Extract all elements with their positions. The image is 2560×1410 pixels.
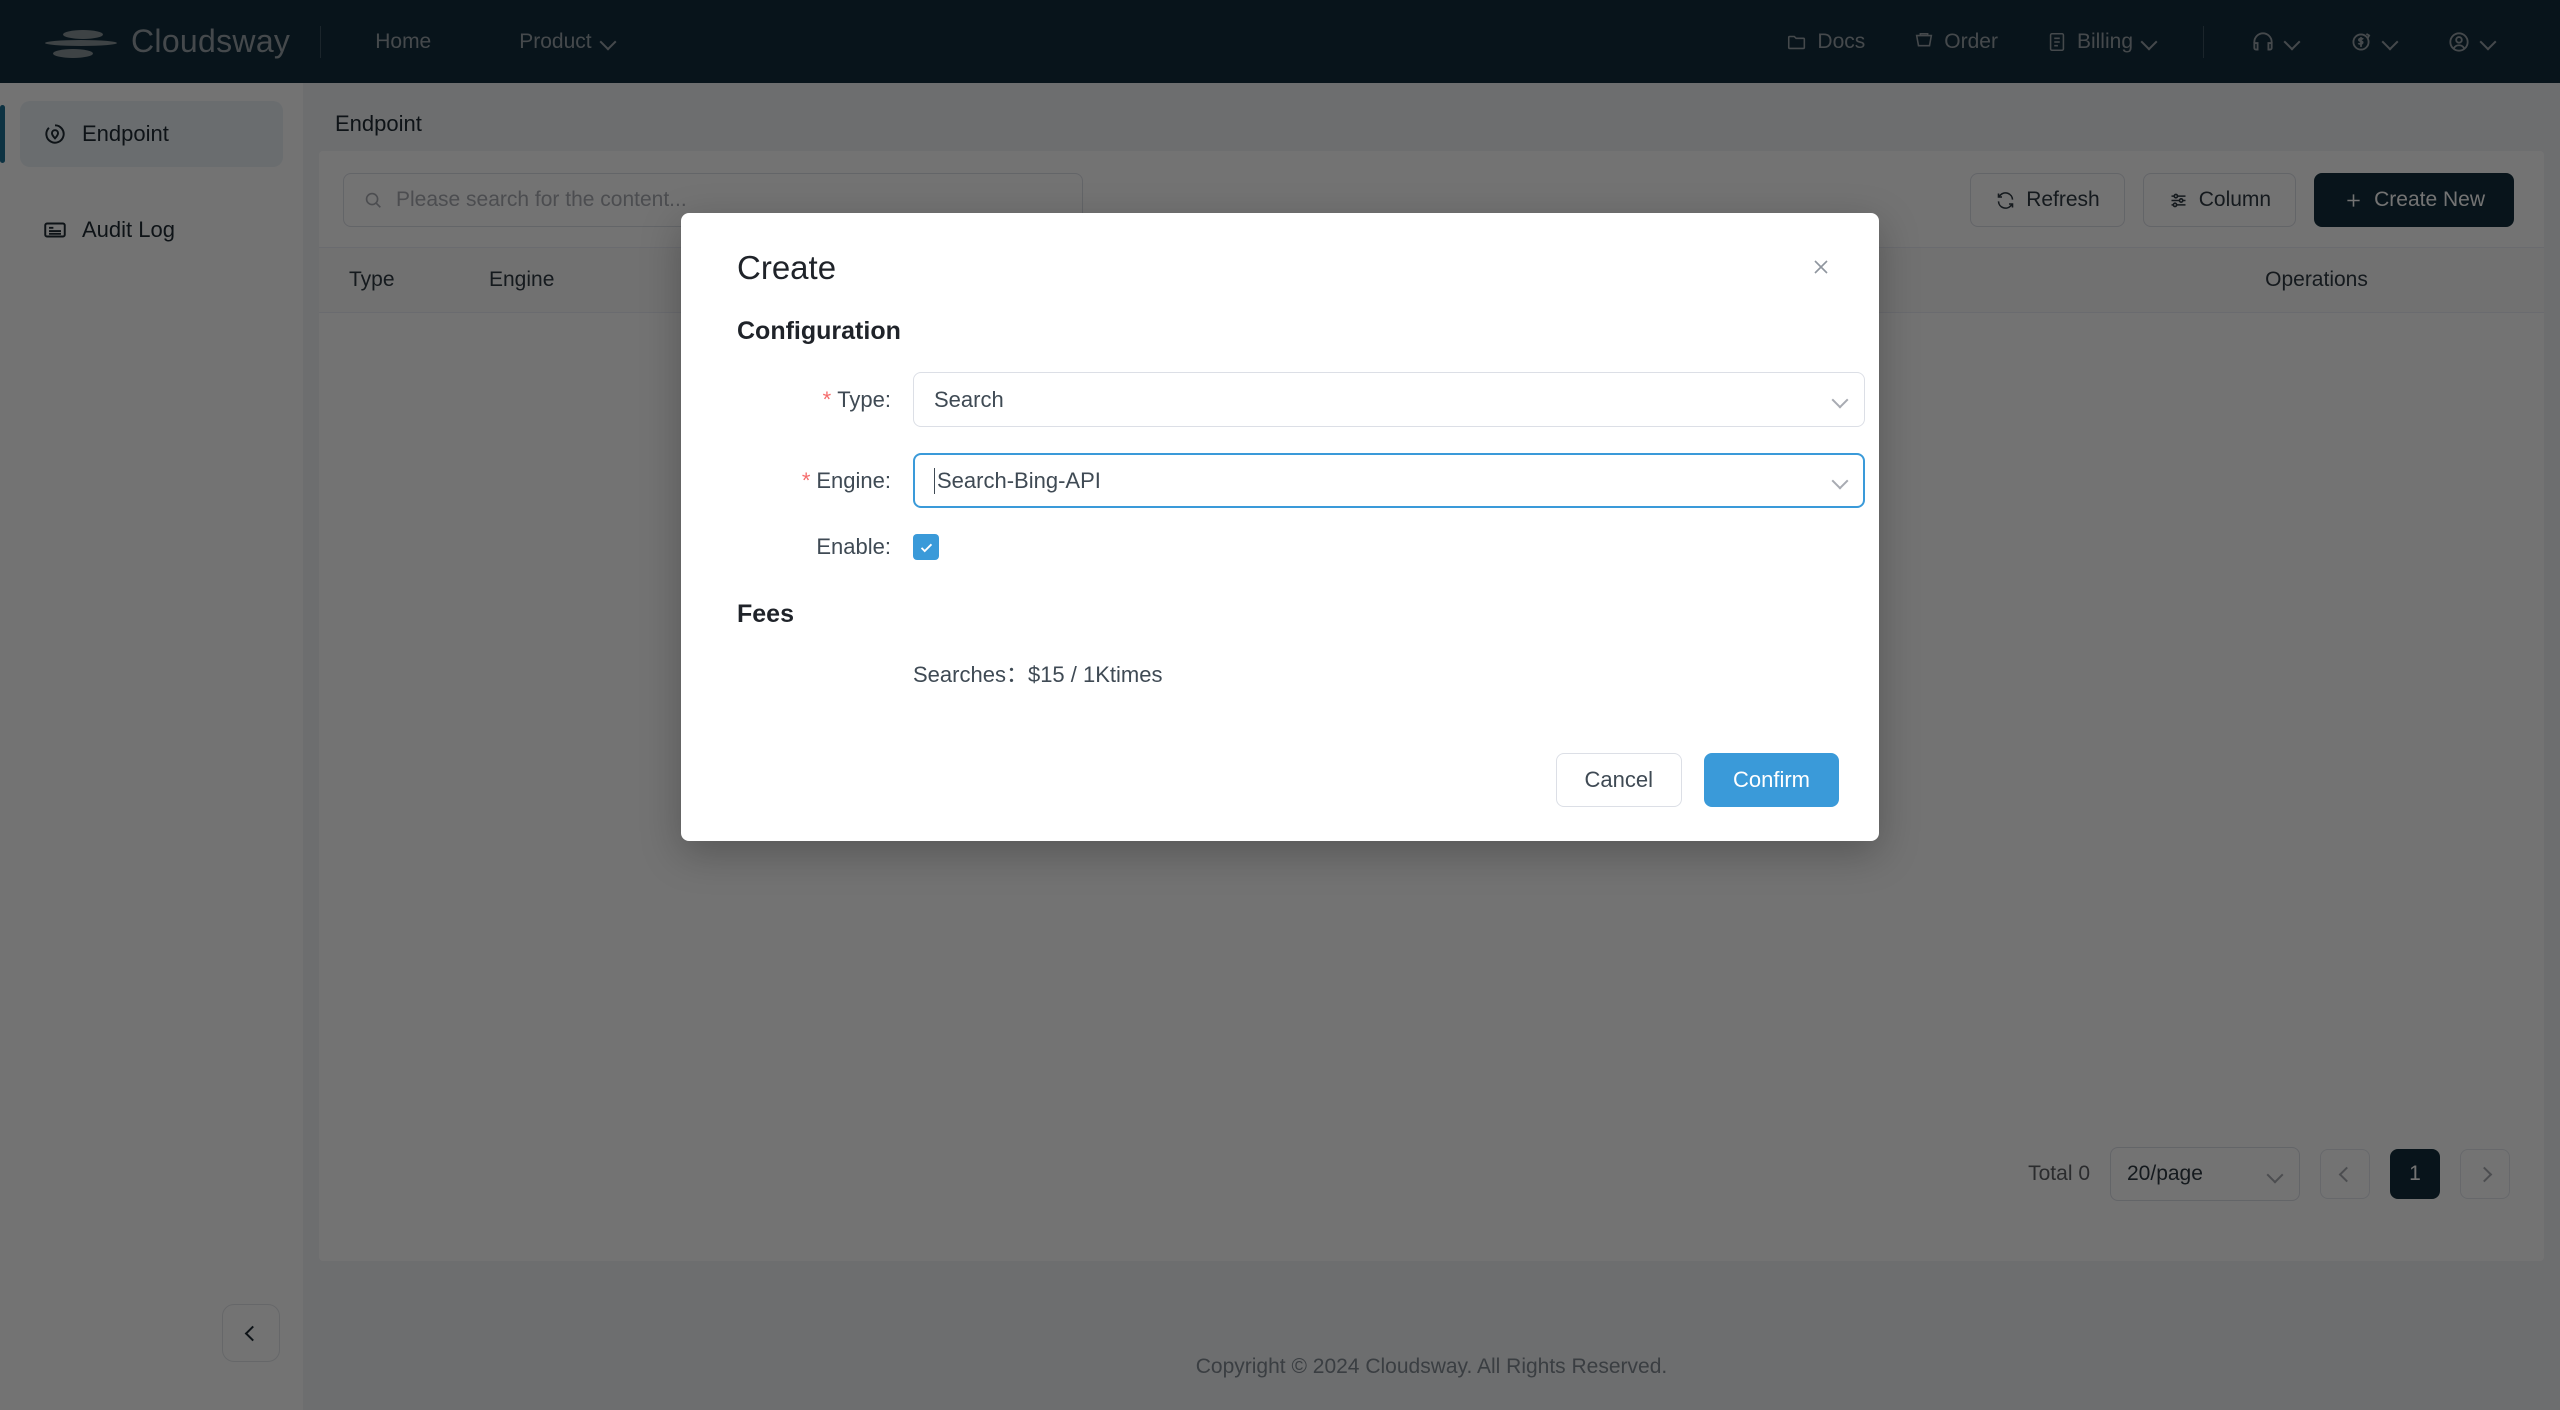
required-asterisk: * [822, 386, 832, 412]
enable-checkbox[interactable] [913, 534, 939, 560]
configuration-section-title: Configuration [737, 317, 901, 345]
cancel-button[interactable]: Cancel [1555, 753, 1682, 807]
engine-select[interactable]: Search-Bing-API [913, 453, 1865, 508]
fee-row-searches: Searches：$15 / 1Ktimes [709, 657, 1839, 689]
required-asterisk: * [801, 467, 811, 493]
dialog-title: Create [737, 249, 837, 286]
chevron-down-icon [1833, 392, 1848, 407]
type-select-value: Search [934, 386, 1004, 412]
confirm-button[interactable]: Confirm [1703, 753, 1839, 807]
app-root: Cloudsway Home Product [0, 0, 2560, 1410]
engine-select-value: Search-Bing-API [937, 467, 1101, 493]
create-dialog: Create Configuration * Type: Search * Engi… [681, 213, 1879, 841]
chevron-down-icon [1833, 473, 1848, 488]
fee-searches: Searches：$15 / 1Ktimes [913, 657, 1162, 689]
engine-label-text: Engine: [816, 467, 891, 493]
form-row-type: * Type: Search [709, 372, 1865, 427]
check-icon [918, 539, 935, 556]
dialog-actions: Cancel Confirm [709, 753, 1839, 807]
fees-section-title: Fees [737, 600, 794, 628]
type-label-text: Type: [837, 386, 891, 412]
text-caret [934, 467, 935, 494]
fee-searches-value: $15 / 1Ktimes [1027, 662, 1163, 687]
close-icon[interactable] [1803, 249, 1839, 285]
fee-searches-label: Searches： [913, 662, 1028, 687]
dialog-header: Create [709, 249, 1839, 287]
engine-field-label: * Engine: [709, 468, 913, 494]
form-row-engine: * Engine: Search-Bing-API [709, 453, 1865, 508]
type-select[interactable]: Search [913, 372, 1865, 427]
enable-field-label: Enable: [816, 534, 891, 559]
form-row-enable: Enable: [709, 534, 1839, 560]
type-field-label: * Type: [709, 387, 913, 413]
